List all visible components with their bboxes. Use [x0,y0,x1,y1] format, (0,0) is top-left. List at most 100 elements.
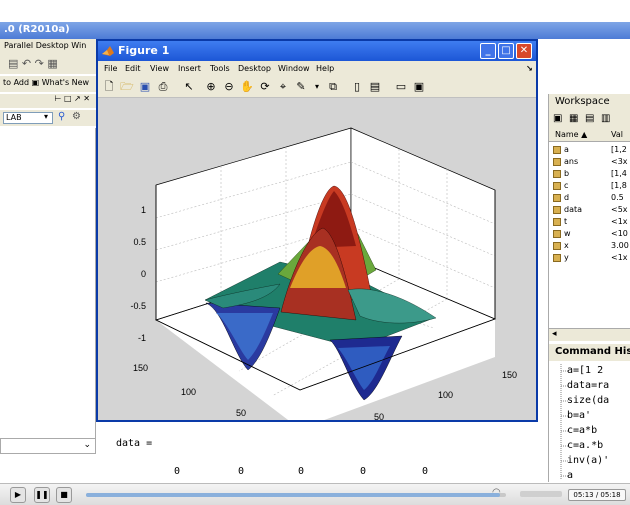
redo-icon[interactable]: ↷ [35,57,44,70]
history-item[interactable]: inv(a)' [567,455,609,466]
new-variable-icon[interactable]: ▣ [553,113,562,124]
workspace-panel: Workspace ▣ ▦ ▤ ▥ Name ▲ Val a [1,2 ans <3… [548,94,630,344]
matrix-icon [553,242,561,250]
search-icon[interactable]: ⚲ [58,111,65,122]
command-history-title: Command Hist [549,344,630,361]
link-plot-icon[interactable]: ⧉ [326,80,340,94]
workspace-row[interactable]: b [1,4 [549,169,630,180]
workspace-header: Name ▲ Val [549,129,630,142]
current-folder-list[interactable] [0,128,96,438]
brush-icon[interactable]: ✎ [294,80,308,94]
hide-plot-tools-icon[interactable]: ▭ [394,80,408,94]
history-item[interactable]: a=[1 2 [567,365,603,376]
panel-controls-icon[interactable]: ⊢ □ ↗ ✕ [54,94,90,103]
show-plot-tools-icon[interactable]: ▣ [412,80,426,94]
simulink-icon[interactable]: ▦ [47,57,57,70]
workspace-row[interactable]: w <10 [549,229,630,240]
menu-desktop[interactable]: Desktop [36,41,69,50]
scroll-left-icon[interactable]: ◂ [552,329,557,339]
surface-plot[interactable]: 1 0.5 0 -0.5 -1 150 100 50 0 0 50 100 15… [98,98,536,442]
y-tick-label: 100 [181,387,196,397]
figure-canvas[interactable]: 1 0.5 0 -0.5 -1 150 100 50 0 0 50 100 15… [98,98,536,442]
stop-button[interactable]: ■ [56,487,72,503]
command-output-value: 0 [174,466,181,477]
gear-icon[interactable]: ⚙ [72,111,81,122]
undo-icon[interactable]: ↶ [22,57,31,70]
maximize-button[interactable]: □ [498,43,514,59]
help-icon: ▣ [31,78,42,87]
figure-title-bar[interactable]: Figure 1 _ □ ✕ [98,41,536,61]
menu-view[interactable]: View [150,64,169,73]
details-dropdown[interactable]: ⌄ [0,438,96,454]
variable-value: <10 [611,229,628,238]
workspace-horizontal-scrollbar[interactable]: ◂ [549,328,630,341]
menu-tools[interactable]: Tools [210,64,230,73]
shortcut-whats-new[interactable]: What's New [42,78,89,87]
pause-button[interactable]: ❚❚ [34,487,50,503]
chevron-down-icon[interactable]: ⌄ [83,440,91,450]
play-button[interactable]: ▶ [10,487,26,503]
edit-plot-arrow-icon[interactable]: ↖ [182,80,196,94]
left-panel-footer [0,454,96,482]
data-cursor-icon[interactable]: ⌖ [276,80,290,94]
menu-file[interactable]: File [104,64,117,73]
matrix-icon [553,158,561,166]
menu-insert[interactable]: Insert [178,64,201,73]
value-column-header[interactable]: Val [611,130,623,139]
history-item[interactable]: c=a*b [567,425,597,436]
workspace-row[interactable]: a [1,2 [549,145,630,156]
history-item[interactable]: size(da [567,395,609,406]
history-item[interactable]: c=a.*b [567,440,603,451]
menu-dock-arrow-icon[interactable]: ↘ [526,64,533,73]
figure-menubar: File Edit View Insert Tools Desktop Wind… [98,61,536,77]
save-icon[interactable]: ▣ [138,80,152,94]
matrix-icon [553,254,561,262]
save-icon[interactable]: ▥ [601,113,610,124]
dropdown-arrow-icon[interactable]: ▾ [44,112,48,121]
menu-help[interactable]: Help [316,64,334,73]
variable-name: y [564,253,569,262]
matlab-title-bar: .0 (R2010a) [0,22,630,39]
print-icon[interactable]: ⎙ [156,80,170,94]
menu-parallel[interactable]: Parallel [4,41,33,50]
workspace-row[interactable]: d 0.5 [549,193,630,204]
pan-hand-icon[interactable]: ✋ [240,80,254,94]
menu-edit[interactable]: Edit [125,64,141,73]
menu-desktop[interactable]: Desktop [238,64,271,73]
close-button[interactable]: ✕ [516,43,532,59]
z-tick-label: -0.5 [130,301,146,311]
colorbar-icon[interactable]: ▯ [350,80,364,94]
z-tick-label: 1 [141,205,146,215]
progress-handle-icon[interactable]: ◠ [492,487,501,498]
history-item[interactable]: b=a' [567,410,591,421]
history-item[interactable]: data=ra [567,380,609,391]
shortcut-how-to-add[interactable]: to Add [3,78,29,87]
brush-dropdown-icon[interactable]: ▾ [310,80,324,94]
workspace-title-label: Workspace [555,96,610,107]
volume-slider[interactable] [520,491,562,497]
workspace-row[interactable]: c [1,8 [549,181,630,192]
import-icon[interactable]: ▤ [585,113,594,124]
history-item[interactable]: a [567,470,573,481]
menu-window[interactable]: Window [278,64,310,73]
rotate-3d-icon[interactable]: ⟳ [258,80,272,94]
workspace-row[interactable]: t <1x [549,217,630,228]
matrix-icon [553,170,561,178]
zoom-in-icon[interactable]: ⊕ [204,80,218,94]
variable-value: [1,2 [611,145,627,154]
zoom-out-icon[interactable]: ⊖ [222,80,236,94]
command-window[interactable]: data = 0 0 0 0 0 [98,420,548,482]
name-column-header[interactable]: Name ▲ [555,130,587,139]
open-file-icon[interactable]: 🗁 [120,80,134,94]
workspace-row[interactable]: x 3.00 [549,241,630,252]
workspace-row[interactable]: y <1x [549,253,630,264]
workspace-row[interactable]: data <5x [549,205,630,216]
minimize-button[interactable]: _ [480,43,496,59]
legend-icon[interactable]: ▤ [368,80,382,94]
progress-track[interactable] [86,493,506,497]
paste-icon[interactable]: ▤ [8,57,18,70]
workspace-row[interactable]: ans <3x [549,157,630,168]
open-variable-icon[interactable]: ▦ [569,113,578,124]
new-figure-icon[interactable]: 🗋 [102,80,116,94]
menu-window[interactable]: Win [71,41,86,50]
